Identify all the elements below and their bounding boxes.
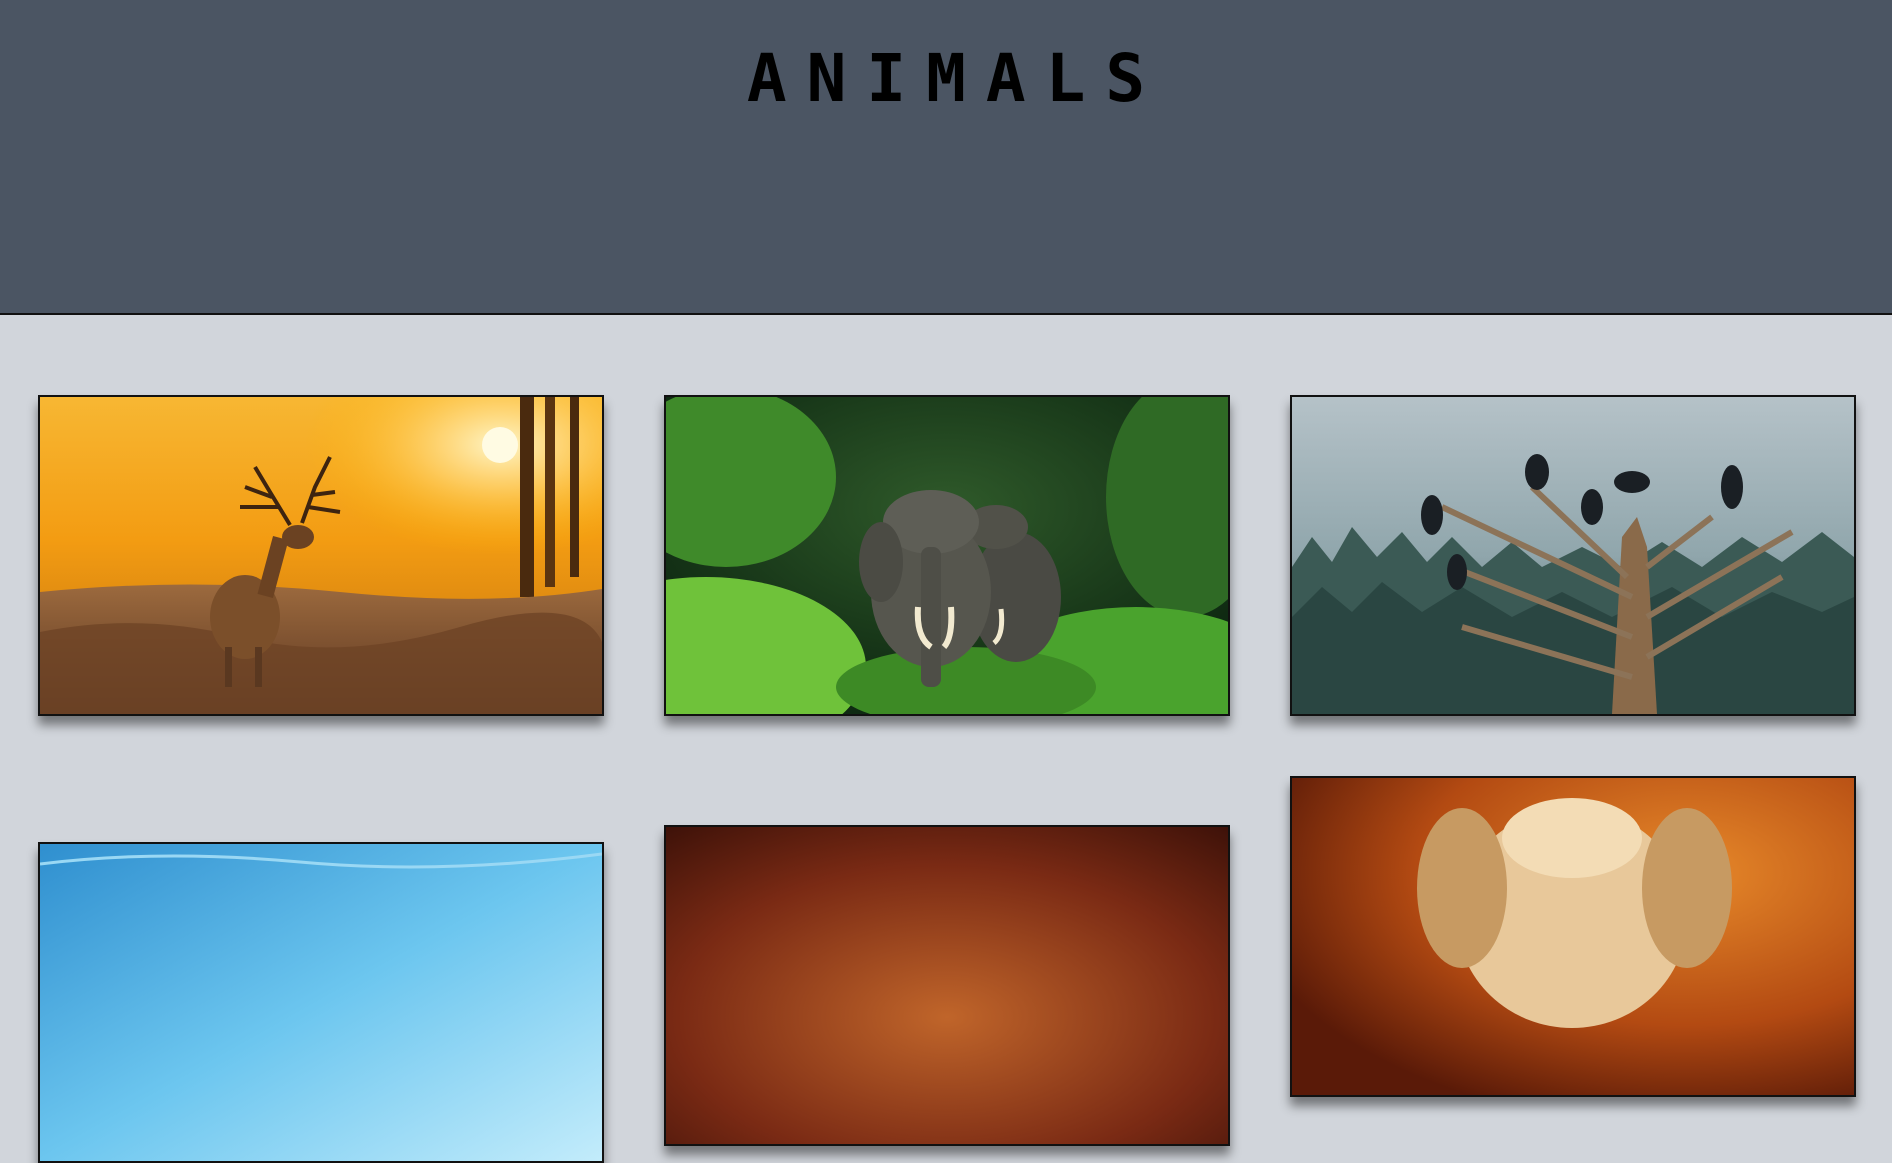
crows-photo-icon [1292, 397, 1854, 714]
gallery-card-sunset[interactable] [664, 825, 1230, 1146]
deer-photo-icon [40, 397, 602, 714]
gallery-card-crows[interactable] [1290, 395, 1856, 716]
gallery-card-dog[interactable] [1290, 776, 1856, 1097]
dog-photo-icon [1292, 778, 1854, 1095]
gallery-card-deer[interactable] [38, 395, 604, 716]
page-title: ANIMALS [746, 40, 1166, 117]
elephant-photo-icon [666, 397, 1228, 714]
gallery-card-elephants[interactable] [664, 395, 1230, 716]
ice-photo-icon [40, 844, 602, 1161]
gallery-card-ice[interactable] [38, 842, 604, 1163]
page-header: ANIMALS [0, 0, 1892, 315]
sunset-photo-icon [666, 827, 1228, 1144]
